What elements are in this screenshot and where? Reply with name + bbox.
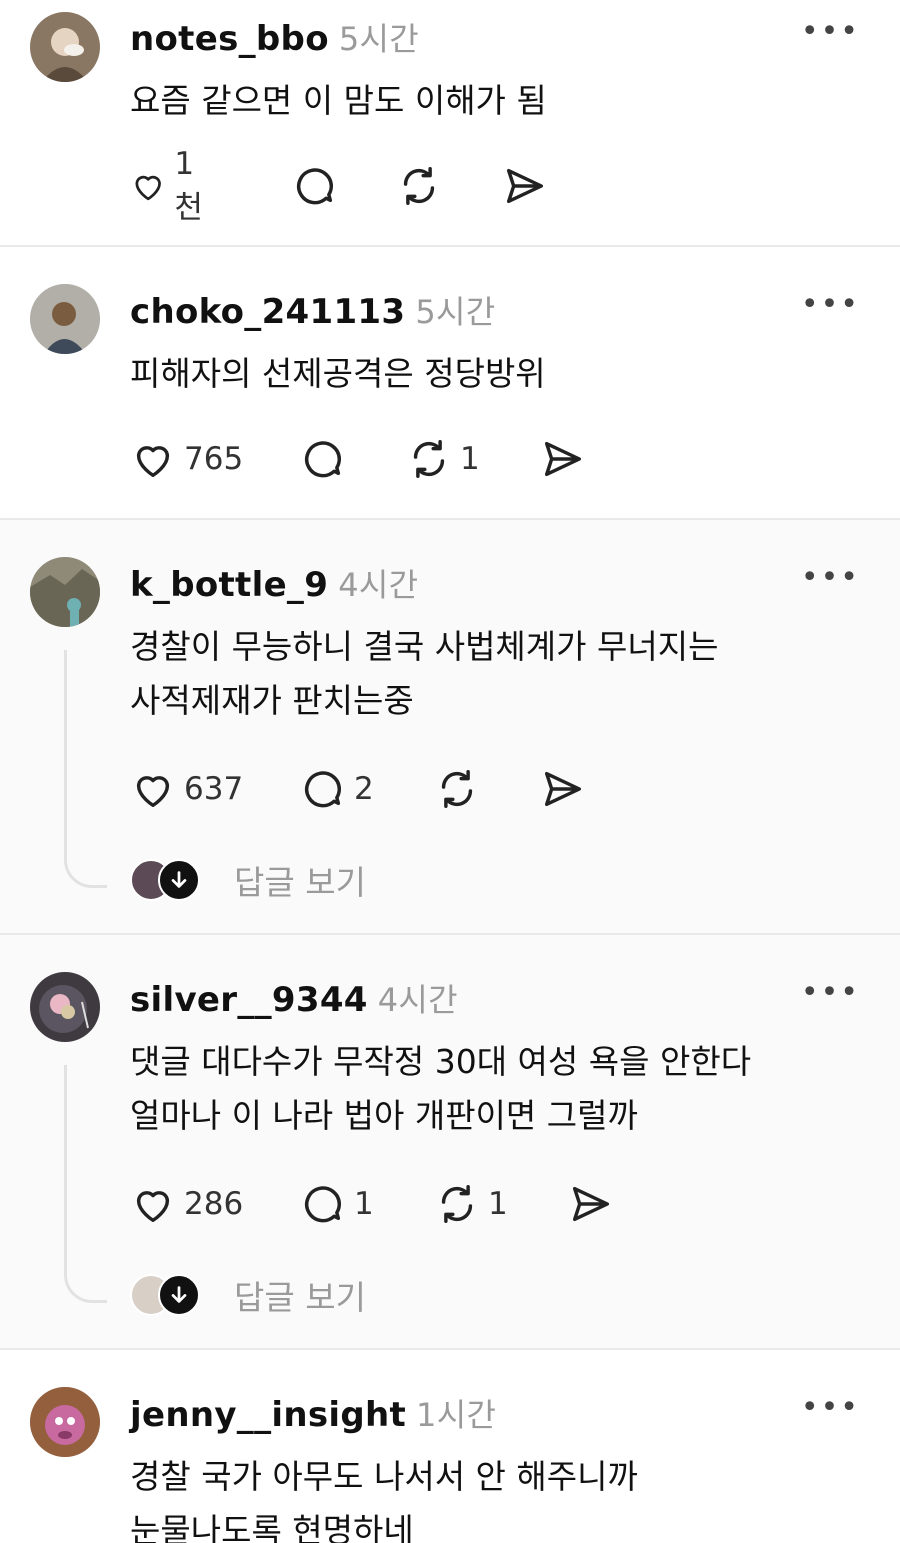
thread-line — [64, 1065, 107, 1303]
username[interactable]: choko_241113 5시간 — [130, 287, 495, 333]
arrow-down-icon — [171, 1286, 187, 1303]
expand-replies-button[interactable] — [158, 1274, 200, 1316]
heart-icon — [136, 776, 170, 808]
like-button[interactable]: 765 — [130, 436, 243, 482]
repost-count: 1 — [488, 1186, 508, 1222]
comment-icon — [297, 168, 334, 205]
like-count: 637 — [184, 771, 244, 807]
repost-icon — [441, 1185, 473, 1223]
post-1: notes_bbo 5시간 ••• 요즘 같으면 이 맘도 이해가 됨 1천 — [0, 0, 900, 246]
share-button[interactable] — [540, 766, 586, 812]
repost-count: 1 — [460, 441, 480, 477]
thread-line — [64, 650, 107, 888]
comment-icon — [305, 441, 342, 478]
view-replies[interactable]: 답글 보기 — [130, 858, 366, 902]
timestamp: 1시간 — [416, 1396, 497, 1434]
comment-count: 1 — [354, 1186, 374, 1222]
post-4: silver__9344 4시간 ••• 댓글 대다수가 무작정 30대 여성 욕… — [0, 935, 900, 1348]
repost-button[interactable] — [434, 766, 480, 812]
send-icon — [572, 1186, 610, 1222]
timestamp: 4시간 — [377, 981, 458, 1019]
comment-icon — [305, 771, 342, 808]
more-options-button[interactable]: ••• — [801, 560, 860, 595]
username[interactable]: notes_bbo 5시간 — [130, 14, 419, 60]
view-replies-label[interactable]: 답글 보기 — [234, 1271, 366, 1319]
username[interactable]: silver__9344 4시간 — [130, 975, 458, 1021]
share-button[interactable] — [540, 436, 586, 482]
avatar[interactable] — [30, 12, 100, 82]
avatar[interactable] — [30, 972, 100, 1042]
post-text: 경찰이 무능하니 결국 사법체계가 무너지는 사적제재가 판치는중 — [130, 627, 719, 720]
repost-icon — [413, 440, 445, 478]
like-count: 286 — [184, 1186, 244, 1222]
post-text: 댓글 대다수가 무작정 30대 여성 욕을 안한다 얼마나 이 나라 법아 개판… — [130, 1042, 752, 1135]
post-text: 요즘 같으면 이 맘도 이해가 됨 — [130, 81, 547, 120]
username[interactable]: jenny__insight 1시간 — [130, 1390, 496, 1436]
avatar[interactable] — [30, 284, 100, 354]
more-options-button[interactable]: ••• — [801, 975, 860, 1010]
comment-button[interactable]: 1 — [300, 1181, 374, 1227]
repost-icon — [403, 167, 435, 205]
like-button[interactable]: 1천 — [130, 146, 213, 226]
avatar[interactable] — [30, 557, 100, 627]
comment-icon — [305, 1186, 342, 1223]
repost-button[interactable]: 1 — [434, 1181, 508, 1227]
more-options-button[interactable]: ••• — [801, 287, 860, 322]
expand-replies-button[interactable] — [158, 859, 200, 901]
share-button[interactable] — [568, 1181, 614, 1227]
heart-icon — [136, 446, 170, 478]
share-button[interactable] — [502, 163, 548, 209]
like-button[interactable]: 637 — [130, 766, 243, 812]
send-icon — [506, 168, 544, 204]
like-count: 1천 — [174, 145, 203, 226]
post-2: choko_241113 5시간 ••• 피해자의 선제공격은 정당방위 765 … — [0, 247, 900, 518]
avatar[interactable] — [30, 1387, 100, 1457]
timestamp: 4시간 — [338, 566, 419, 604]
repost-icon — [441, 770, 473, 808]
comment-button[interactable] — [292, 163, 338, 209]
post-3: k_bottle_9 4시간 ••• 경찰이 무능하니 결국 사법체계가 무너지는… — [0, 520, 900, 933]
comment-button[interactable] — [300, 436, 346, 482]
send-icon — [544, 441, 582, 477]
post-text: 경찰 국가 아무도 나서서 안 해주니까 눈물나도록 현명하네 — [130, 1457, 638, 1543]
repost-button[interactable]: 1 — [406, 436, 480, 482]
post-text: 피해자의 선제공격은 정당방위 — [130, 354, 546, 393]
heart-icon — [136, 1191, 170, 1223]
post-5: jenny__insight 1시간 ••• 경찰 국가 아무도 나서서 안 해주… — [0, 1350, 900, 1543]
repost-button[interactable] — [396, 163, 442, 209]
view-replies[interactable]: 답글 보기 — [130, 1273, 366, 1317]
timestamp: 5시간 — [338, 20, 419, 58]
heart-icon — [135, 175, 161, 201]
send-icon — [544, 771, 582, 807]
username[interactable]: k_bottle_9 4시간 — [130, 560, 418, 606]
comment-button[interactable]: 2 — [300, 766, 374, 812]
timestamp: 5시간 — [415, 293, 496, 331]
comment-count: 2 — [354, 771, 374, 807]
more-options-button[interactable]: ••• — [801, 1390, 860, 1425]
like-count: 765 — [184, 441, 244, 477]
more-options-button[interactable]: ••• — [801, 14, 860, 49]
like-button[interactable]: 286 — [130, 1181, 243, 1227]
arrow-down-icon — [171, 871, 187, 888]
view-replies-label[interactable]: 답글 보기 — [234, 856, 366, 904]
